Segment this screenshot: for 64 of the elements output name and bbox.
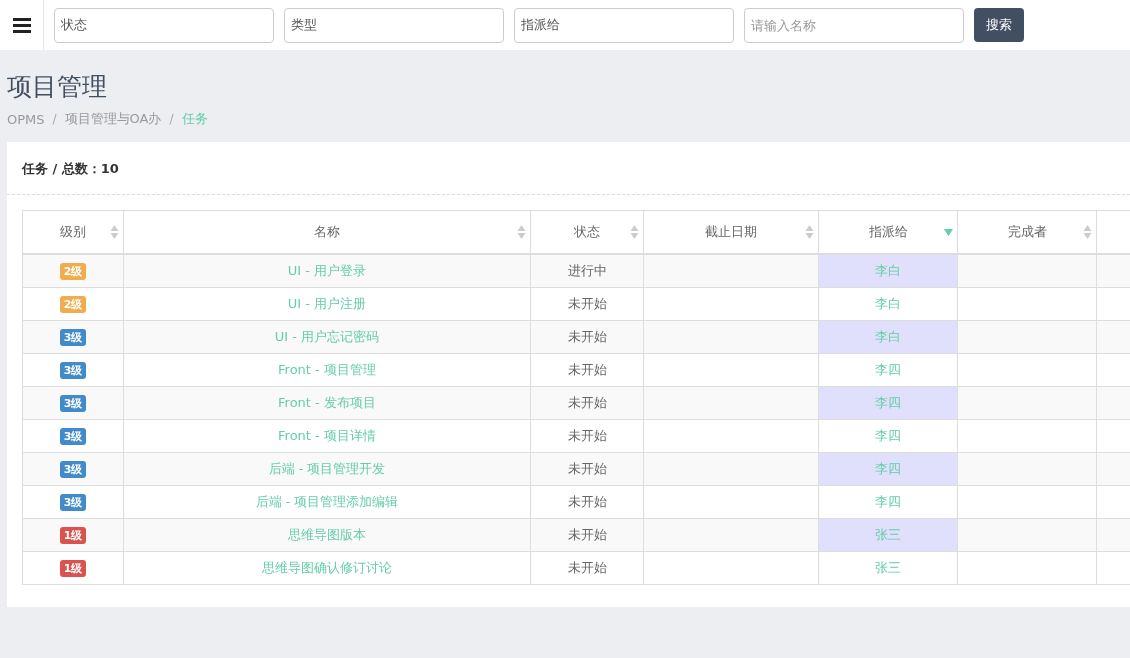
task-link[interactable]: UI - 用户忘记密码 bbox=[274, 329, 380, 344]
level-badge: 2级 bbox=[59, 262, 87, 280]
task-link[interactable]: 后端 - 项目管理添加编辑 bbox=[255, 494, 399, 509]
sort-icon[interactable] bbox=[805, 224, 814, 240]
filter-select[interactable]: 类型 bbox=[284, 7, 504, 43]
assignee-link[interactable]: 李白 bbox=[875, 263, 901, 278]
sort-icon[interactable] bbox=[1083, 224, 1092, 240]
column-header[interactable]: 级别 bbox=[22, 210, 124, 254]
status-text: 未开始 bbox=[567, 527, 607, 542]
status-text: 未开始 bbox=[567, 461, 607, 476]
task-link[interactable]: Front - 项目详情 bbox=[278, 428, 376, 443]
level-badge: 1级 bbox=[59, 559, 87, 577]
task-link[interactable]: UI - 用户注册 bbox=[287, 296, 367, 311]
search-button[interactable]: 搜索 bbox=[974, 8, 1024, 42]
status-text: 未开始 bbox=[567, 296, 607, 311]
task-link[interactable]: UI - 用户登录 bbox=[287, 263, 367, 278]
task-link[interactable]: 后端 - 项目管理开发 bbox=[268, 461, 386, 476]
level-badge: 3级 bbox=[59, 493, 87, 511]
status-text: 进行中 bbox=[567, 263, 607, 278]
sort-icon[interactable] bbox=[110, 224, 119, 240]
column-header[interactable]: 名称 bbox=[123, 210, 531, 254]
sort-icon[interactable] bbox=[630, 224, 639, 240]
status-text: 未开始 bbox=[567, 560, 607, 575]
filter-select[interactable]: 指派给 bbox=[514, 7, 734, 43]
card-title: 任务 / 总数：10 bbox=[22, 161, 119, 176]
level-badge: 2级 bbox=[59, 295, 87, 313]
breadcrumb-separator: / bbox=[52, 112, 57, 126]
sort-descending-icon[interactable] bbox=[944, 229, 953, 236]
sort-icon[interactable] bbox=[517, 224, 526, 240]
page-title: 项目管理 bbox=[7, 71, 108, 103]
column-header[interactable]: 完成者 bbox=[957, 210, 1097, 254]
status-text: 未开始 bbox=[567, 362, 607, 377]
breadcrumb-link[interactable]: OPMS bbox=[7, 111, 45, 127]
status-text: 未开始 bbox=[567, 395, 607, 410]
assignee-link[interactable]: 李四 bbox=[875, 494, 901, 509]
status-text: 未开始 bbox=[567, 428, 607, 443]
level-badge: 3级 bbox=[59, 394, 87, 412]
level-badge: 3级 bbox=[59, 328, 87, 346]
breadcrumb-link[interactable]: 项目管理与OA办 bbox=[64, 110, 162, 128]
column-header[interactable]: 状态 bbox=[530, 210, 644, 254]
status-text: 未开始 bbox=[567, 494, 607, 509]
level-badge: 3级 bbox=[59, 427, 87, 445]
assignee-link[interactable]: 张三 bbox=[875, 527, 901, 542]
assignee-link[interactable]: 李白 bbox=[875, 296, 901, 311]
task-link[interactable]: 思维导图确认修订讨论 bbox=[262, 560, 392, 575]
assignee-link[interactable]: 李四 bbox=[875, 428, 901, 443]
menu-icon bbox=[12, 17, 31, 33]
level-badge: 1级 bbox=[59, 526, 87, 544]
column-header[interactable]: 截止日期 bbox=[643, 210, 819, 254]
task-link[interactable]: Front - 项目管理 bbox=[278, 362, 376, 377]
assignee-link[interactable]: 李四 bbox=[875, 461, 901, 476]
task-link[interactable]: 思维导图版本 bbox=[288, 527, 366, 542]
assignee-link[interactable]: 李四 bbox=[875, 395, 901, 410]
column-header[interactable]: 指派给 bbox=[818, 210, 958, 254]
assignee-link[interactable]: 李白 bbox=[875, 329, 901, 344]
assignee-link[interactable]: 李四 bbox=[875, 362, 901, 377]
level-badge: 3级 bbox=[59, 361, 87, 379]
task-link[interactable]: Front - 发布项目 bbox=[278, 395, 376, 410]
level-badge: 3级 bbox=[59, 460, 87, 478]
assignee-link[interactable]: 张三 bbox=[875, 560, 901, 575]
filter-select[interactable]: 状态 bbox=[54, 7, 274, 43]
status-text: 未开始 bbox=[567, 329, 607, 344]
breadcrumb-separator: / bbox=[169, 112, 174, 126]
name-search-field[interactable]: 请输入名称 bbox=[744, 7, 964, 43]
